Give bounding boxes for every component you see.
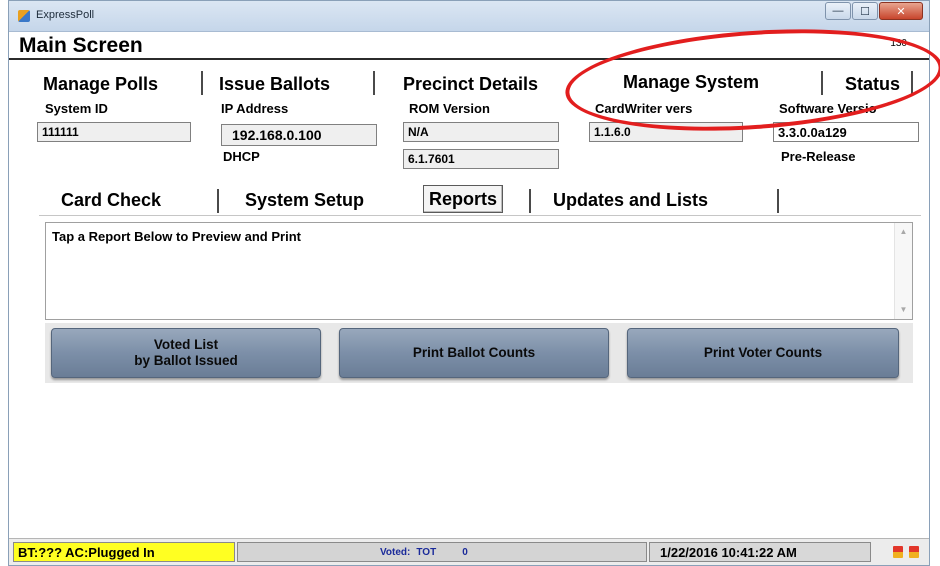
voted-count: 0 xyxy=(462,546,468,558)
tab-divider xyxy=(777,189,779,213)
pre-release-label: Pre-Release xyxy=(781,149,856,164)
scroll-up-arrow-icon[interactable]: ▲ xyxy=(895,225,912,239)
voted-type: TOT xyxy=(416,546,437,558)
tab-divider xyxy=(911,71,913,95)
voted-list-label-1: Voted List xyxy=(153,337,219,352)
battery-icon xyxy=(909,546,919,558)
print-ballot-counts-label: Print Ballot Counts xyxy=(412,345,536,360)
window-controls: — ☐ ✕ xyxy=(825,2,923,20)
tab-updates-and-lists[interactable]: Updates and Lists xyxy=(553,187,708,213)
app-title: ExpressPoll xyxy=(36,9,95,21)
tab-precinct-details[interactable]: Precinct Details xyxy=(397,71,544,97)
voted-count-status: Voted: TOT 0 xyxy=(237,542,647,562)
close-button[interactable]: ✕ xyxy=(879,2,923,20)
tab-system-setup[interactable]: System Setup xyxy=(245,187,364,213)
scroll-down-arrow-icon[interactable]: ▼ xyxy=(895,303,912,317)
voted-label: Voted: xyxy=(380,546,411,558)
rom-version-field-2: 6.1.7601 xyxy=(403,149,559,169)
tab-panel-border xyxy=(39,215,921,216)
voted-list-button[interactable]: Voted List by Ballot Issued xyxy=(51,328,321,378)
tab-divider xyxy=(217,189,219,213)
ip-address-field: 192.168.0.100 xyxy=(221,124,377,146)
cardwriter-field: 1.1.6.0 xyxy=(589,122,743,142)
main-header: Main Screen 130 xyxy=(9,32,929,60)
battery-status: BT:??? AC:Plugged In xyxy=(13,542,235,562)
tab-manage-system[interactable]: Manage System xyxy=(617,69,765,95)
status-bar: BT:??? AC:Plugged In Voted: TOT 0 1/22/2… xyxy=(9,538,929,565)
dhcp-label: DHCP xyxy=(223,149,260,164)
tab-divider xyxy=(373,71,375,95)
header-number: 130 xyxy=(890,38,907,49)
tab-issue-ballots[interactable]: Issue Ballots xyxy=(213,71,336,97)
system-id-field: 111111 xyxy=(37,122,191,142)
tab-divider xyxy=(821,71,823,95)
tab-card-check[interactable]: Card Check xyxy=(61,187,161,213)
tab-manage-polls[interactable]: Manage Polls xyxy=(37,71,164,97)
print-voter-counts-button[interactable]: Print Voter Counts xyxy=(627,328,899,378)
tab-divider xyxy=(201,71,203,95)
title-bar: ExpressPoll — ☐ ✕ xyxy=(9,1,929,32)
rom-version-label: ROM Version xyxy=(409,101,490,116)
print-voter-counts-label: Print Voter Counts xyxy=(703,345,823,360)
datetime-status: 1/22/2016 10:41:22 AM xyxy=(649,542,871,562)
instruction-text: Tap a Report Below to Preview and Print xyxy=(52,229,301,244)
software-version-label: Software Versio xyxy=(779,101,877,116)
voted-list-label-2: by Ballot Issued xyxy=(134,353,238,368)
page-title: Main Screen xyxy=(19,34,143,57)
app-window: ExpressPoll — ☐ ✕ Main Screen 130 Manage… xyxy=(8,0,940,566)
status-icons xyxy=(873,542,925,562)
tab-reports[interactable]: Reports xyxy=(423,185,504,213)
minimize-button[interactable]: — xyxy=(825,2,851,20)
vertical-scrollbar[interactable]: ▲ ▼ xyxy=(894,223,912,319)
print-ballot-counts-button[interactable]: Print Ballot Counts xyxy=(339,328,609,378)
system-id-label: System ID xyxy=(45,101,108,116)
ip-address-label: IP Address xyxy=(221,101,289,116)
maximize-button[interactable]: ☐ xyxy=(852,2,878,20)
tab-status[interactable]: Status xyxy=(839,71,906,97)
tab-divider xyxy=(529,189,531,213)
report-instructions-box[interactable]: Tap a Report Below to Preview and Print … xyxy=(45,222,913,320)
software-version-field: 3.3.0.0a129 xyxy=(773,122,919,142)
app-icon xyxy=(18,10,30,22)
cardwriter-label: CardWriter vers xyxy=(595,101,693,116)
plug-icon xyxy=(893,546,903,558)
rom-version-field: N/A xyxy=(403,122,559,142)
